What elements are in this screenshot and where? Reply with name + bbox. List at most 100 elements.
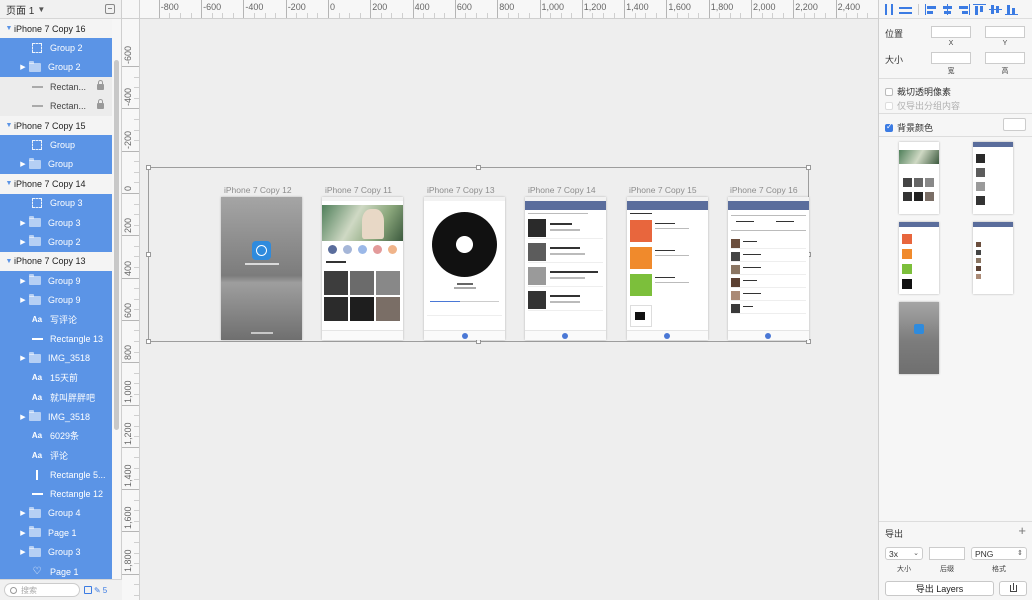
export-format-select[interactable]: PNG ⇕ <box>971 547 1027 560</box>
checkbox-icon[interactable] <box>885 87 893 96</box>
artboard-list[interactable] <box>525 197 606 340</box>
horizontal-ruler[interactable]: -800 -600 -400 -200 0 200 400 600 800 1,000 1,200 1… <box>140 0 878 19</box>
disclosure-closed-icon[interactable]: ▶ <box>18 413 28 421</box>
layer-item[interactable]: ▶ Group 2 <box>0 57 112 78</box>
layer-item[interactable]: ▶ IMG_3518 <box>0 406 112 427</box>
layer-item[interactable]: Rectangle 13 <box>0 329 112 349</box>
disclosure-closed-icon[interactable]: ▶ <box>18 529 28 537</box>
disclosure-closed-icon[interactable]: ▶ <box>18 277 28 285</box>
distribute-vertical-icon[interactable] <box>899 4 912 15</box>
resize-handle-ne[interactable] <box>806 165 811 170</box>
artboard-home[interactable] <box>322 197 403 340</box>
artboard-preview[interactable] <box>899 302 939 374</box>
x-input[interactable] <box>931 26 971 38</box>
layer-item[interactable]: Aa 15天前 <box>0 368 112 388</box>
disclosure-closed-icon[interactable]: ▶ <box>18 63 28 71</box>
layer-item[interactable]: Rectangle 12 <box>0 484 112 504</box>
artboard-preview[interactable] <box>973 142 1013 214</box>
layer-item[interactable]: ▶ Group 3 <box>0 212 112 233</box>
resize-handle-sw[interactable] <box>146 339 151 344</box>
disclosure-closed-icon[interactable]: ▶ <box>18 296 28 304</box>
layer-item[interactable]: Group <box>0 135 112 155</box>
resize-handle-nw[interactable] <box>146 165 151 170</box>
lock-icon[interactable] <box>97 79 104 90</box>
collapse-pages-icon[interactable] <box>105 4 115 14</box>
disclosure-open-icon[interactable]: ▼ <box>4 180 14 187</box>
align-left-icon[interactable] <box>925 3 938 15</box>
lock-icon[interactable] <box>97 99 104 110</box>
resize-handle-n[interactable] <box>476 165 481 170</box>
background-color-swatch[interactable] <box>1003 118 1026 131</box>
artboard-friends[interactable] <box>728 197 809 340</box>
artboard-preview[interactable] <box>899 222 939 294</box>
align-right-icon[interactable] <box>957 3 970 15</box>
resize-handle-w[interactable] <box>146 252 151 257</box>
layer-item[interactable]: ♡ Page 1 <box>0 561 112 579</box>
background-color-checkbox[interactable]: 背景颜色 <box>885 121 933 134</box>
artboard-label[interactable]: iPhone 7 Copy 16 <box>730 185 798 195</box>
layer-item[interactable]: Group 3 <box>0 193 112 213</box>
page-selector[interactable]: 页面 1 ▼ <box>0 0 121 19</box>
disclosure-closed-icon[interactable]: ▶ <box>18 219 28 227</box>
disclosure-closed-icon[interactable]: ▶ <box>18 238 28 246</box>
y-input[interactable] <box>985 26 1025 38</box>
disclosure-closed-icon[interactable]: ▶ <box>18 160 28 168</box>
height-input[interactable] <box>985 52 1025 64</box>
layer-artboard[interactable]: ▼ iPhone 7 Copy 15 <box>0 115 112 136</box>
disclosure-open-icon[interactable]: ▼ <box>4 122 14 129</box>
width-input[interactable] <box>931 52 971 64</box>
add-export-icon[interactable]: + <box>1018 523 1026 538</box>
artboard-label[interactable]: iPhone 7 Copy 14 <box>528 185 596 195</box>
disclosure-closed-icon[interactable]: ▶ <box>18 354 28 362</box>
artboard-label[interactable]: iPhone 7 Copy 12 <box>224 185 292 195</box>
distribute-horizontal-icon[interactable] <box>883 3 896 15</box>
artboard-label[interactable]: iPhone 7 Copy 15 <box>629 185 697 195</box>
layer-item[interactable]: Group 2 <box>0 38 112 58</box>
share-button[interactable] <box>999 581 1027 596</box>
export-scale-select[interactable]: 3x ⌄ <box>885 547 923 560</box>
layer-item[interactable]: Rectangle 5... <box>0 464 112 485</box>
layer-item[interactable]: ▶ Group 9 <box>0 271 112 291</box>
align-center-icon[interactable] <box>941 3 954 15</box>
layer-artboard[interactable]: ▼ iPhone 7 Copy 13 <box>0 251 112 272</box>
layer-item[interactable]: ▶ Group 2 <box>0 232 112 252</box>
trim-transparent-checkbox[interactable]: 裁切透明像素 <box>885 85 951 98</box>
layer-item[interactable]: ▶ IMG_3518 <box>0 348 112 369</box>
export-layers-button[interactable]: 导出 Layers <box>885 581 994 596</box>
artboard-splash[interactable] <box>221 197 302 340</box>
layer-item[interactable]: ▶ Page 1 <box>0 523 112 543</box>
align-bottom-icon[interactable] <box>1005 4 1018 15</box>
align-top-icon[interactable] <box>973 3 986 15</box>
layer-item[interactable]: Aa 写评论 <box>0 309 112 330</box>
artboard-player[interactable] <box>424 197 505 340</box>
layer-search-input[interactable]: 搜索 <box>4 583 80 597</box>
canvas[interactable]: iPhone 7 Copy 12 iPhone 7 Copy 11 iPhone… <box>140 19 878 600</box>
layer-artboard[interactable]: ▼ iPhone 7 Copy 16 <box>0 19 112 39</box>
layer-item[interactable]: ▶ Group 3 <box>0 542 112 562</box>
artboard-label[interactable]: iPhone 7 Copy 13 <box>427 185 495 195</box>
align-middle-icon[interactable] <box>989 4 1002 15</box>
disclosure-open-icon[interactable]: ▼ <box>4 25 14 32</box>
layer-item[interactable]: ▶ Group <box>0 154 112 175</box>
layer-item[interactable]: Aa 6029条 <box>0 426 112 446</box>
layer-item[interactable]: ▶ Group 9 <box>0 290 112 310</box>
layer-item[interactable]: Rectan... <box>0 77 112 97</box>
layer-item[interactable]: Rectan... <box>0 96 112 116</box>
vertical-ruler[interactable]: -600 -400 -200 0 200 400 600 800 1,000 1,200 1,400… <box>122 19 140 600</box>
layer-filter-tools[interactable]: ✎ 5 <box>84 586 107 595</box>
layer-artboard[interactable]: ▼ iPhone 7 Copy 14 <box>0 174 112 194</box>
disclosure-closed-icon[interactable]: ▶ <box>18 509 28 517</box>
checkbox-checked-icon[interactable] <box>885 122 893 132</box>
layer-item[interactable]: ▶ Group 4 <box>0 503 112 524</box>
layer-item[interactable]: Aa 评论 <box>0 445 112 465</box>
artboard-label[interactable]: iPhone 7 Copy 11 <box>325 185 392 195</box>
artboard-filter-icon[interactable] <box>84 586 92 594</box>
artboard-preview[interactable] <box>899 142 939 214</box>
disclosure-open-icon[interactable]: ▼ <box>4 258 14 265</box>
export-suffix-input[interactable] <box>929 547 965 560</box>
artboard-ranking[interactable] <box>627 197 708 340</box>
pencil-icon[interactable]: ✎ <box>94 586 101 595</box>
disclosure-closed-icon[interactable]: ▶ <box>18 548 28 556</box>
layer-item[interactable]: Aa 就叫胖胖吧 <box>0 387 112 407</box>
layer-list-scrollbar[interactable] <box>114 60 119 430</box>
